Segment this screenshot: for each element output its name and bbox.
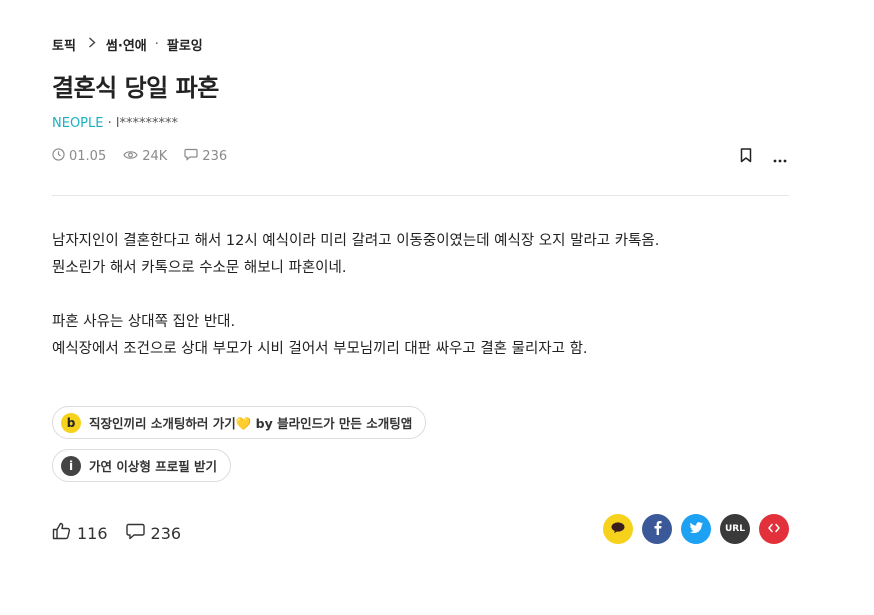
author-info: NEOPLE · l********* [52, 116, 178, 131]
url-icon: URL [725, 524, 745, 534]
more-icon [773, 148, 787, 167]
promo-label: 가연 이상형 프로필 받기 [89, 459, 218, 474]
comment-icon [184, 148, 202, 165]
divider [52, 195, 789, 196]
blind-logo-icon: b [61, 412, 81, 433]
twitter-share-button[interactable] [681, 514, 711, 544]
comment-count: 236 [150, 523, 182, 543]
eye-icon [123, 149, 142, 165]
bookmark-button[interactable] [737, 147, 755, 167]
comment-button[interactable]: 236 [125, 523, 182, 544]
body-blank-line [52, 282, 659, 309]
reactions-bar: 116 236 [52, 522, 199, 544]
share-buttons: URL [594, 514, 789, 544]
body-line: 뭔소린가 해서 카톡으로 수소문 해보니 파혼이네. [52, 260, 347, 276]
meta-comments: 236 [184, 148, 227, 165]
url-copy-button[interactable]: URL [720, 514, 750, 544]
breadcrumb-topic-link[interactable]: 토픽 [52, 35, 76, 54]
facebook-icon [653, 520, 662, 538]
comment-icon [125, 523, 151, 544]
clock-icon [52, 148, 69, 165]
author-company-link[interactable]: NEOPLE [52, 116, 103, 131]
kakao-icon [611, 521, 625, 537]
more-button[interactable] [771, 148, 789, 166]
embed-button[interactable] [759, 514, 789, 544]
thumbs-up-icon [52, 522, 77, 544]
chevron-right-icon [88, 37, 96, 52]
twitter-icon [689, 521, 704, 537]
post-body: 남자지인이 결혼한다고 해서 12시 예식이라 미리 갈려고 이동중이였는데 예… [52, 228, 659, 363]
like-button[interactable]: 116 [52, 522, 108, 544]
author-nickname: l********* [115, 116, 178, 131]
embed-icon [768, 523, 780, 536]
meta-views: 24K [123, 149, 167, 165]
author-separator: · [103, 116, 116, 131]
kakao-share-button[interactable] [603, 514, 633, 544]
meta-date-value: 01.05 [69, 149, 107, 164]
info-icon: i [61, 455, 81, 476]
body-line: 파혼 사유는 상대쪽 집안 반대. [52, 314, 236, 330]
promo-blind-dating-link[interactable]: b 직장인끼리 소개팅하러 가기💛 by 블라인드가 만든 소개팅앱 [52, 406, 427, 439]
breadcrumb: 토픽 썸·연애 · 팔로잉 [52, 35, 203, 54]
body-line: 남자지인이 결혼한다고 해서 12시 예식이라 미리 갈려고 이동중이였는데 예… [52, 233, 660, 249]
breadcrumb-dot: · [154, 37, 159, 52]
promo-label: 직장인끼리 소개팅하러 가기💛 by 블라인드가 만든 소개팅앱 [89, 416, 413, 431]
meta-date: 01.05 [52, 148, 106, 165]
follow-button[interactable]: 팔로잉 [167, 35, 203, 54]
post-meta: 01.05 24K 236 [52, 148, 244, 165]
breadcrumb-category-link[interactable]: 썸·연애 [106, 35, 147, 54]
promo-profile-link[interactable]: i 가연 이상형 프로필 받기 [52, 449, 232, 482]
facebook-share-button[interactable] [642, 514, 672, 544]
body-line: 예식장에서 조건으로 상대 부모가 시비 걸어서 부모님끼리 대판 싸우고 결혼… [52, 341, 588, 357]
meta-comments-value: 236 [202, 149, 228, 164]
bookmark-icon [740, 147, 752, 167]
meta-views-value: 24K [142, 149, 168, 164]
post-actions [721, 147, 789, 167]
post-title: 결혼식 당일 파혼 [52, 74, 219, 102]
like-count: 116 [77, 523, 108, 543]
